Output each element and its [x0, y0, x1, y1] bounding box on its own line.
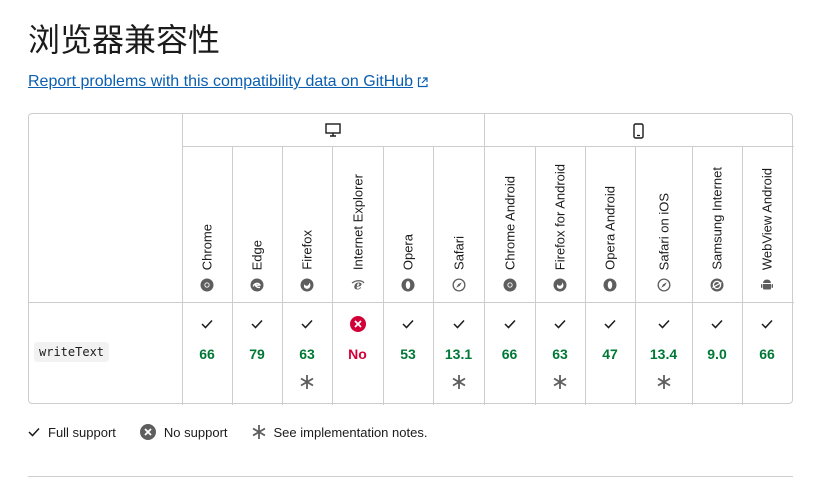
- asterisk-icon: [553, 375, 567, 389]
- browser-header-firefox-for-android: Firefox for Android: [535, 146, 585, 302]
- asterisk-icon: [252, 425, 265, 439]
- legend-no-support-label: No support: [163, 424, 228, 440]
- check-icon: [761, 319, 773, 329]
- samsung-logo-icon: [710, 278, 724, 292]
- version-label: 66: [501, 346, 518, 362]
- check-icon: [201, 319, 213, 329]
- asterisk-icon: [300, 375, 314, 389]
- legend-full-support: Full support: [28, 425, 116, 440]
- browser-header-internet-explorer: Internet Explorer e: [332, 146, 383, 302]
- no-support-icon: [349, 316, 366, 332]
- browser-name: Opera Android: [602, 186, 618, 270]
- support-cell-chrome[interactable]: 66: [182, 303, 232, 404]
- report-link-text: Report problems with this compatibility …: [28, 73, 414, 90]
- asterisk-icon: [657, 375, 670, 389]
- compat-table: writeText Chrome 66 Edge 79 Firefox 63 Interne…: [28, 113, 794, 405]
- legend-full-support-label: Full support: [48, 424, 116, 440]
- page-title: 浏览器兼容性: [28, 21, 221, 59]
- legend-notes-label: See implementation notes.: [273, 424, 428, 440]
- feature-writetext[interactable]: writeText: [34, 342, 110, 362]
- support-cell-opera-android[interactable]: 47: [585, 303, 635, 404]
- opera-logo-icon: [603, 278, 617, 292]
- safari-logo-icon: [657, 278, 670, 292]
- check-icon: [657, 319, 670, 329]
- browser-header-safari: Safari: [433, 146, 484, 302]
- version-label: 47: [602, 346, 618, 362]
- browser-header-webview-android: WebView Android: [742, 146, 792, 302]
- asterisk-icon: [452, 375, 465, 389]
- mobile-icon: [633, 123, 644, 144]
- version-label: 9.0: [707, 346, 727, 362]
- browser-header-firefox: Firefox: [282, 146, 332, 302]
- support-cell-opera[interactable]: 53: [383, 303, 433, 404]
- browser-name: Chrome Android: [502, 176, 517, 270]
- support-cell-safari-on-ios[interactable]: 13.4: [635, 303, 692, 404]
- check-icon: [251, 319, 263, 329]
- version-label: 13.1: [444, 346, 473, 362]
- support-cell-safari[interactable]: 13.1: [433, 303, 484, 404]
- report-problems-link[interactable]: Report problems with this compatibility …: [28, 73, 428, 91]
- chrome-logo-icon: [503, 278, 516, 292]
- support-cell-samsung-internet[interactable]: 9.0: [692, 303, 742, 404]
- ie-logo-icon: e: [351, 279, 364, 292]
- support-cell-webview-android[interactable]: 66: [742, 303, 792, 404]
- browser-name: Chrome: [199, 223, 215, 270]
- version-label: 13.4: [649, 346, 678, 362]
- legend: Full support No support See implementati…: [28, 424, 451, 440]
- desktop-icon: [325, 123, 341, 143]
- no-support-icon: [139, 424, 156, 440]
- version-label: No: [348, 346, 367, 362]
- opera-logo-icon: [401, 278, 415, 292]
- browser-header-safari-on-ios: Safari on iOS: [635, 146, 692, 302]
- browser-header-opera: Opera: [383, 146, 433, 302]
- browser-name: Firefox: [299, 230, 315, 270]
- support-cell-edge[interactable]: 79: [232, 303, 282, 404]
- check-icon: [554, 319, 566, 329]
- browser-name: Samsung Internet: [709, 167, 725, 270]
- check-icon: [503, 319, 516, 329]
- check-icon: [402, 319, 414, 329]
- support-cell-firefox-for-android[interactable]: 63: [535, 303, 585, 404]
- version-label: 66: [199, 346, 215, 362]
- check-icon: [711, 319, 723, 329]
- browser-header-opera-android: Opera Android: [585, 146, 635, 302]
- firefox-logo-icon: [553, 278, 567, 292]
- check-icon: [452, 319, 465, 329]
- check-icon: [28, 427, 40, 437]
- support-cell-firefox[interactable]: 63: [282, 303, 332, 404]
- version-label: 53: [400, 346, 416, 362]
- browser-header-chrome: Chrome: [182, 146, 232, 302]
- version-label: 66: [759, 346, 775, 362]
- browser-name: Internet Explorer: [350, 173, 365, 270]
- safari-logo-icon: [452, 278, 465, 292]
- browser-header-chrome-android: Chrome Android: [484, 146, 535, 302]
- check-icon: [604, 319, 616, 329]
- chrome-logo-icon: [200, 278, 214, 292]
- browser-header-edge: Edge: [232, 146, 282, 302]
- version-label: 79: [249, 346, 265, 362]
- version-label: 63: [552, 346, 568, 362]
- external-link-icon: [417, 76, 428, 87]
- android-logo-icon: [761, 279, 773, 290]
- browser-name: Firefox for Android: [552, 163, 568, 270]
- support-cell-internet-explorer[interactable]: No: [332, 303, 383, 404]
- browser-name: Safari: [451, 236, 466, 270]
- browser-name: Safari on iOS: [656, 192, 671, 270]
- browser-header-samsung-internet: Samsung Internet: [692, 146, 742, 302]
- browser-name: Opera: [400, 233, 416, 270]
- version-label: 63: [299, 346, 315, 362]
- legend-no-support: No support: [139, 424, 228, 440]
- edge-logo-icon: [250, 278, 264, 292]
- firefox-logo-icon: [300, 278, 314, 292]
- legend-notes: See implementation notes.: [252, 424, 428, 440]
- check-icon: [301, 319, 313, 329]
- support-cell-chrome-android[interactable]: 66: [484, 303, 535, 404]
- browser-name: Edge: [249, 239, 265, 270]
- browser-name: WebView Android: [759, 167, 775, 270]
